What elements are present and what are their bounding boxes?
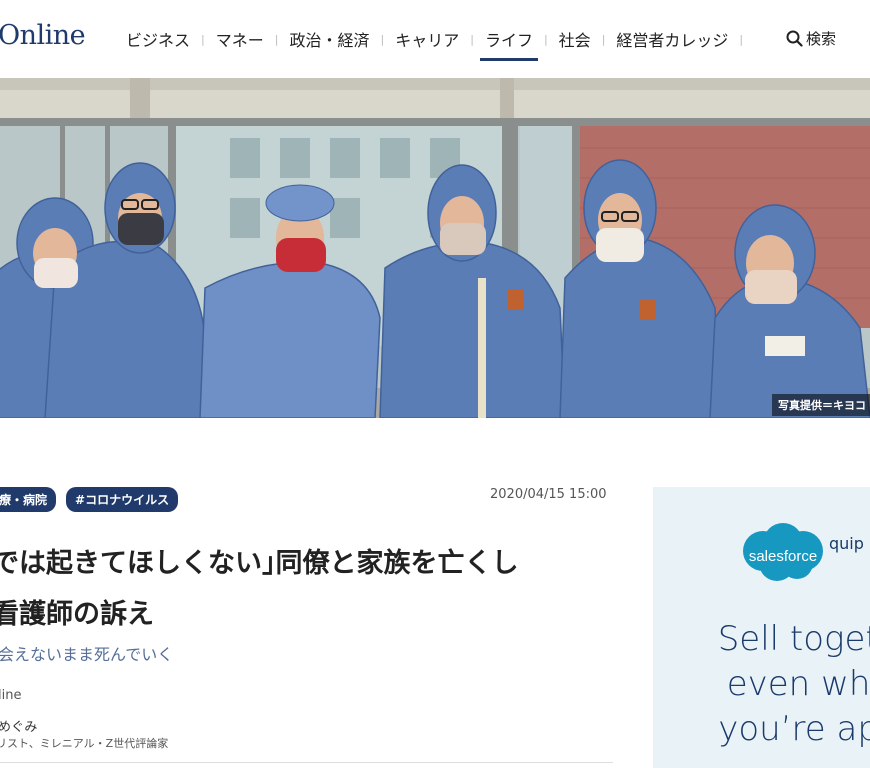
article-headline: では起きてほしくない｣同僚と家族を亡くし 看護師の訴え — [0, 538, 632, 640]
author-title: リスト、ミレニアル・Z世代評論家 — [0, 737, 169, 750]
search-icon — [786, 30, 803, 47]
publish-date: 2020/04/15 15:00 — [490, 487, 607, 502]
nav-separator: | — [739, 32, 744, 46]
advertisement[interactable]: salesforce quip Sell togeth even whe you… — [653, 487, 870, 768]
site-logo[interactable]: Online — [0, 20, 86, 51]
nav-separator: | — [380, 32, 385, 46]
salesforce-wordmark: salesforce — [749, 548, 817, 565]
divider — [0, 762, 613, 763]
tag-coronavirus[interactable]: #コロナウイルス — [66, 487, 179, 512]
photo-credit: 写真提供＝キヨコ — [772, 394, 870, 416]
nav-item-career[interactable]: キャリア — [395, 27, 459, 51]
ad-headline: Sell togeth even whe you’re apa — [689, 617, 870, 752]
nav-item-life[interactable]: ライフ — [479, 27, 538, 61]
nav-separator: | — [543, 32, 548, 46]
nav-separator: | — [601, 32, 606, 46]
tag-medical[interactable]: 療・病院 — [0, 487, 57, 512]
nav-separator: | — [201, 32, 205, 46]
headline-line-2: 看護師の訴え — [0, 599, 154, 630]
ad-line-2: even whe — [726, 664, 870, 704]
ad-line-3: you’re apa — [718, 709, 870, 749]
search-button[interactable]: 検索 — [786, 28, 836, 49]
tag-list: 療・病院 #コロナウイルス — [0, 487, 179, 512]
site-header: Online ビジネス | マネー | 政治・経済 | キャリア | ライフ |… — [0, 0, 870, 79]
main-nav: ビジネス | マネー | 政治・経済 | キャリア | ライフ | 社会 | 経… — [126, 27, 754, 61]
headline-line-1: では起きてほしくない｣同僚と家族を亡くし — [0, 548, 519, 579]
nav-separator: | — [470, 32, 474, 46]
nav-item-society[interactable]: 社会 — [559, 27, 591, 51]
nav-item-executive-college[interactable]: 経営者カレッジ — [616, 27, 728, 51]
hero-photo — [0, 78, 870, 418]
search-label: 検索 — [806, 30, 837, 48]
quip-wordmark: quip — [829, 534, 864, 553]
nav-item-money[interactable]: マネー — [216, 27, 264, 51]
article-subhead: 会えないまま死んでいく — [0, 645, 174, 664]
article-source: line — [0, 688, 22, 703]
author-name[interactable]: めぐみ — [0, 716, 37, 735]
nav-item-business[interactable]: ビジネス — [126, 27, 190, 51]
nav-separator: | — [274, 32, 279, 46]
salesforce-cloud-logo: salesforce — [743, 523, 823, 581]
ad-line-1: Sell togeth — [717, 619, 870, 659]
nav-item-politics-economy[interactable]: 政治・経済 — [289, 27, 369, 51]
